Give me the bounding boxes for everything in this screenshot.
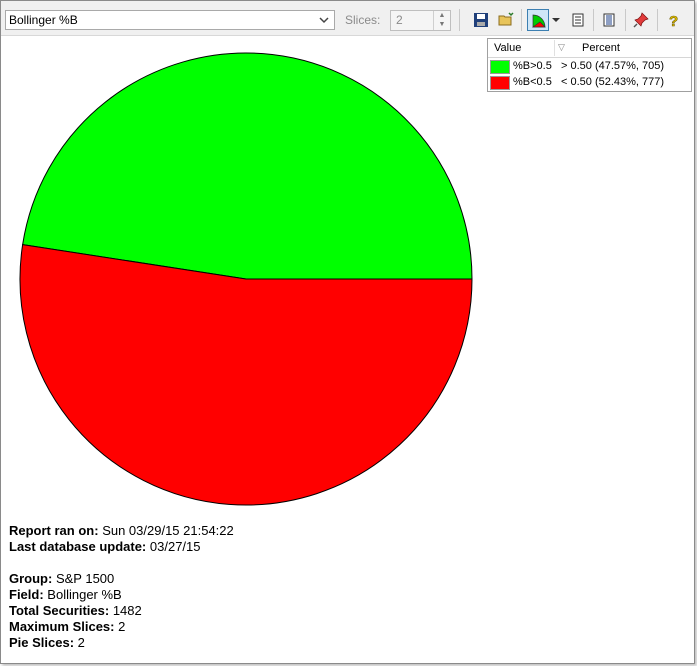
save-button[interactable] xyxy=(470,9,492,31)
legend-swatch xyxy=(490,76,510,90)
pie-slice-0[interactable] xyxy=(22,52,473,280)
legend-row-name: %B>0.5 xyxy=(513,60,552,72)
column-divider[interactable] xyxy=(554,40,555,56)
pin-icon xyxy=(633,12,649,28)
legend-row-name: %B<0.5 xyxy=(513,76,552,88)
open-folder-icon xyxy=(498,12,514,26)
field-line: Field: Bollinger %B xyxy=(9,587,122,602)
sort-indicator-icon: ▽ xyxy=(558,42,565,52)
field-select-value: Bollinger %B xyxy=(9,13,78,27)
pie-slice-1[interactable] xyxy=(19,244,473,506)
legend-row[interactable]: %B>0.5 > 0.50 (47.57%, 705) xyxy=(488,59,691,75)
slices-value: 2 xyxy=(396,13,403,27)
group-line: Group: S&P 1500 xyxy=(9,571,115,586)
slices-label: Slices: xyxy=(345,13,381,27)
chevron-down-icon xyxy=(319,17,329,24)
list-icon xyxy=(603,13,615,27)
legend-list: Value ▽ Percent %B>0.5 > 0.50 (47.57%, 7… xyxy=(487,38,692,92)
slices-stepper[interactable]: 2 ▲ ▼ xyxy=(390,10,451,31)
stepper-down-icon[interactable]: ▼ xyxy=(434,20,450,29)
pie-slices-line: Pie Slices: 2 xyxy=(9,635,85,650)
legend-row[interactable]: %B<0.5 < 0.50 (52.43%, 777) xyxy=(488,75,691,91)
report-button[interactable] xyxy=(567,9,589,31)
dropdown-arrow-icon xyxy=(552,18,560,22)
report-info: Report ran on: Sun 03/29/15 21:54:22 Las… xyxy=(9,523,234,651)
max-slices-line: Maximum Slices: 2 xyxy=(9,619,126,634)
open-button[interactable] xyxy=(495,9,517,31)
toolbar-separator xyxy=(459,9,460,31)
total-securities-line: Total Securities: 1482 xyxy=(9,603,142,618)
report-icon xyxy=(572,13,584,27)
legend-row-percent: < 0.50 (52.43%, 777) xyxy=(561,76,665,88)
legend-col-percent[interactable]: Percent xyxy=(582,42,620,54)
legend-swatch xyxy=(490,60,510,74)
legend-col-value[interactable]: Value xyxy=(494,42,521,54)
stepper-up-icon[interactable]: ▲ xyxy=(434,11,450,20)
toolbar-separator xyxy=(593,9,594,31)
report-window: Bollinger %B Slices: 2 ▲ ▼ ? Value ▽ Per… xyxy=(0,0,695,664)
toolbar-separator xyxy=(521,9,522,31)
toolbar-separator xyxy=(625,9,626,31)
toolbar-separator xyxy=(657,9,658,31)
report-ran-line: Report ran on: Sun 03/29/15 21:54:22 xyxy=(9,523,234,538)
pie-chart-icon xyxy=(531,14,546,28)
save-icon xyxy=(474,13,488,27)
field-select[interactable]: Bollinger %B xyxy=(5,10,335,30)
list-button[interactable] xyxy=(598,9,620,31)
svg-text:?: ? xyxy=(669,13,678,28)
legend-header: Value ▽ Percent xyxy=(488,39,691,58)
db-update-line: Last database update: 03/27/15 xyxy=(9,539,201,554)
pie-chart-button[interactable] xyxy=(527,9,549,31)
legend-row-percent: > 0.50 (47.57%, 705) xyxy=(561,60,665,72)
pie-chart xyxy=(19,52,473,506)
help-icon: ? xyxy=(669,13,679,28)
chart-type-dropdown[interactable] xyxy=(549,9,563,31)
help-button[interactable]: ? xyxy=(663,9,685,31)
pin-button[interactable] xyxy=(630,9,652,31)
toolbar: Bollinger %B Slices: 2 ▲ ▼ ? xyxy=(1,1,694,36)
